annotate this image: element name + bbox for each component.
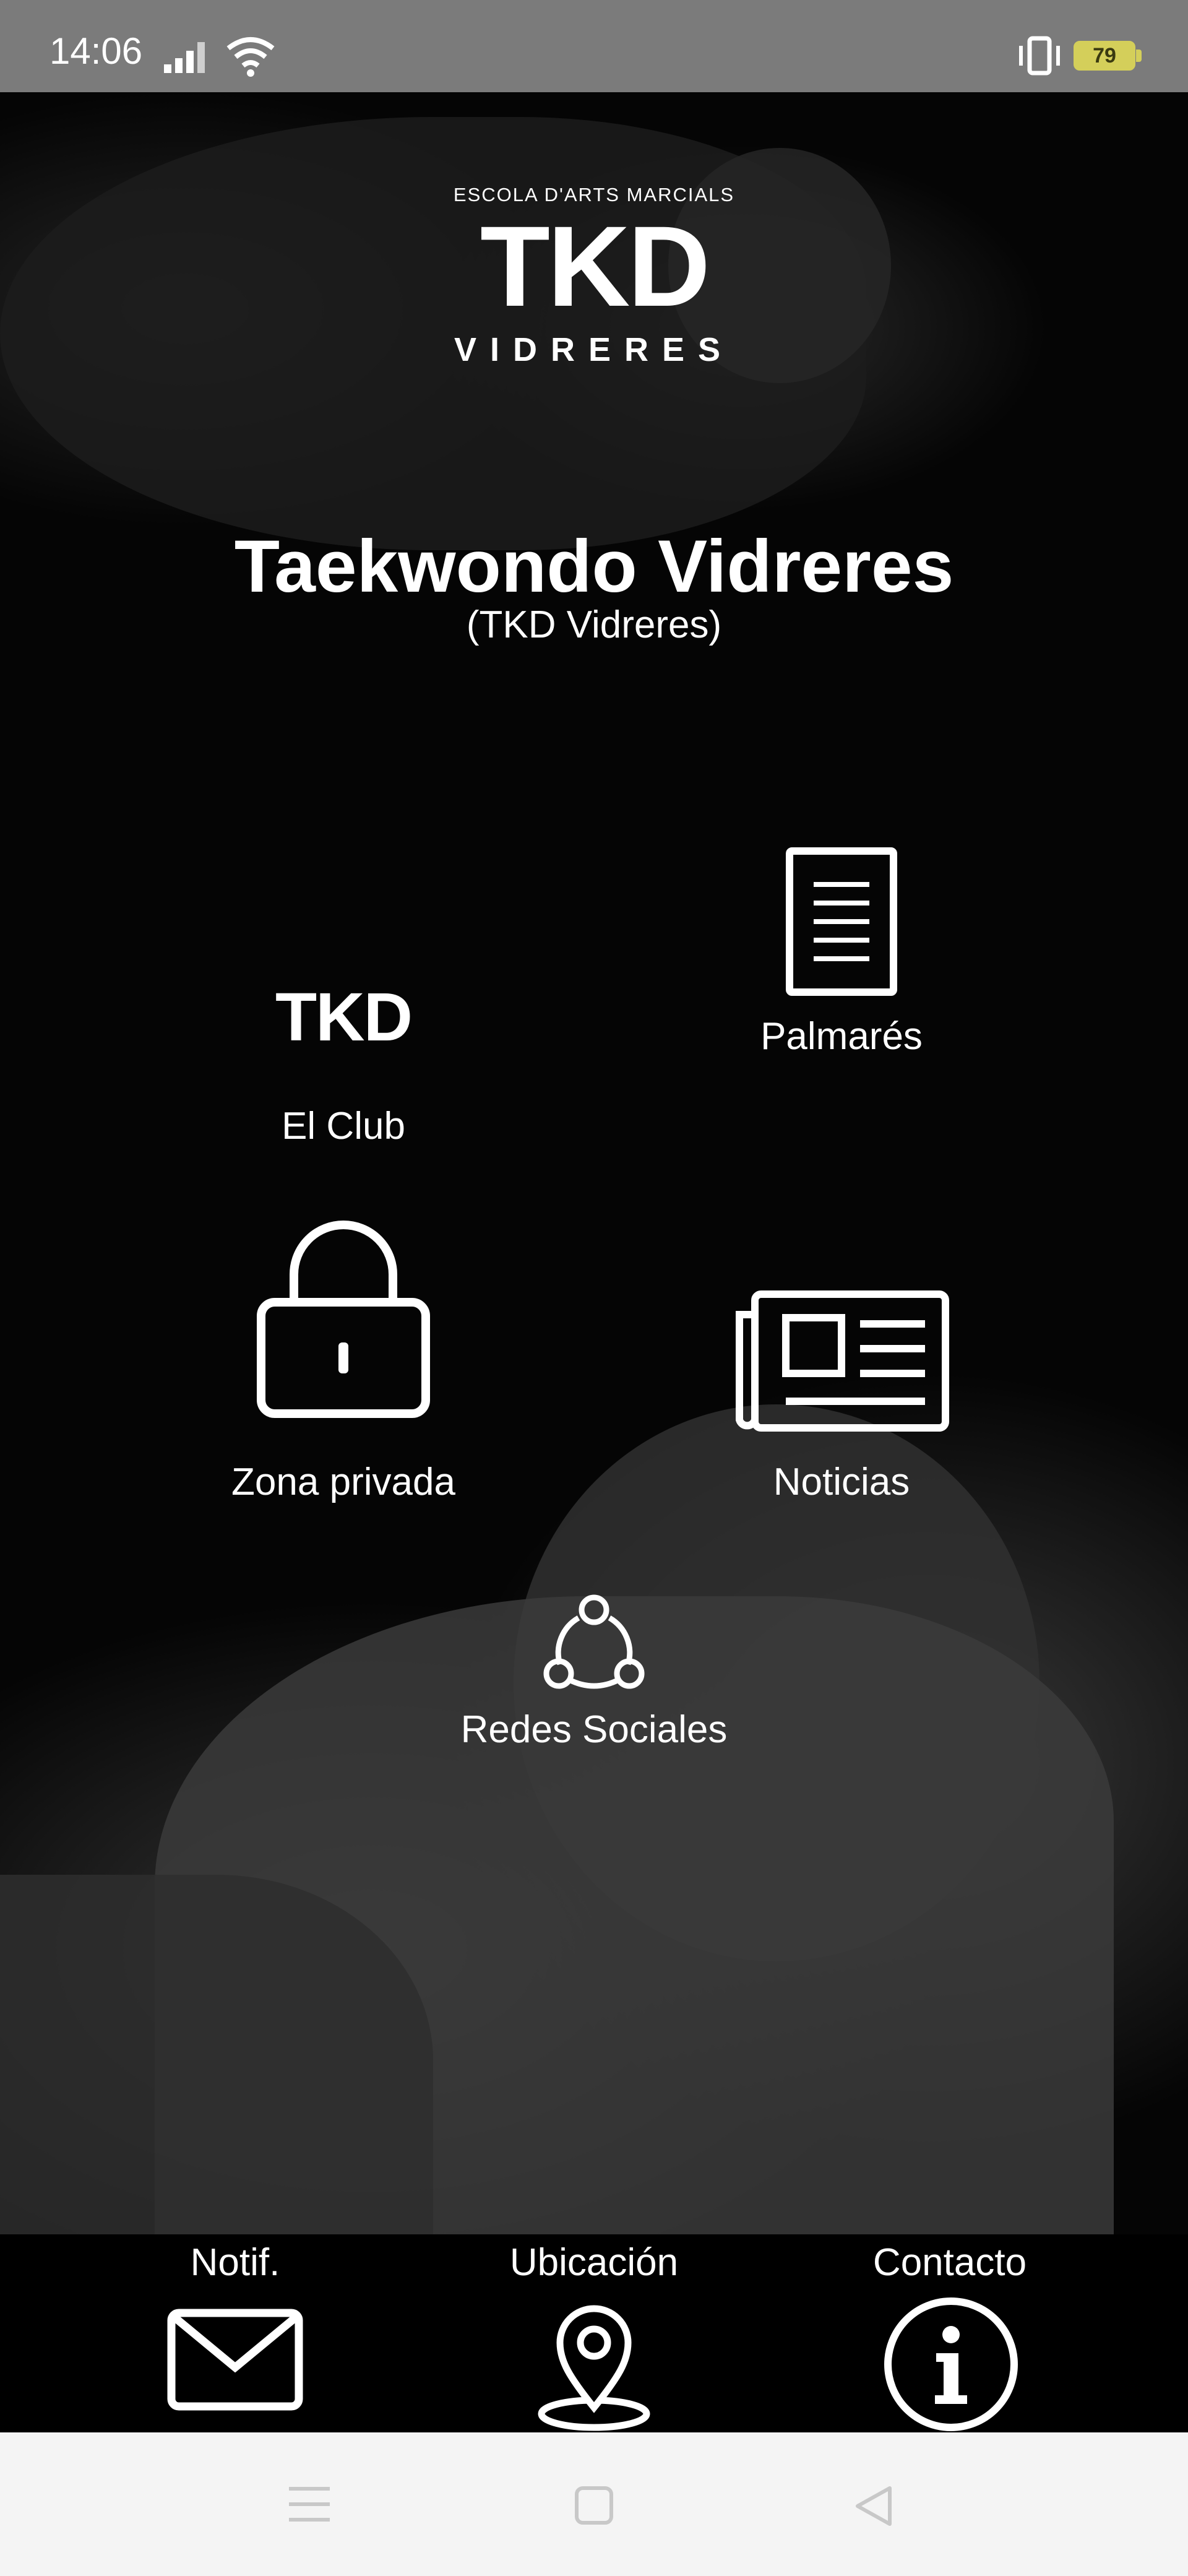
document-icon [786, 847, 897, 996]
tile-el-club[interactable]: TKD El Club [127, 847, 560, 1148]
status-bar: 14:06 79 [0, 0, 1188, 92]
battery-level: 79 [1093, 44, 1116, 67]
tile-palmares-label: Palmarés [760, 1015, 923, 1058]
background-photo-arm [0, 1875, 433, 2234]
info-icon [884, 2297, 1018, 2431]
tile-palmares[interactable]: Palmarés [625, 847, 1058, 1095]
bottom-action-bar: Notif. Ubicación Contacto [0, 2234, 1188, 2432]
battery-icon: 79 [1074, 41, 1135, 71]
vibrate-icon [1019, 36, 1060, 76]
back-icon[interactable] [854, 2484, 893, 2528]
notifications-label: Notif. [190, 2241, 280, 2284]
home-icon[interactable] [574, 2486, 614, 2525]
system-nav-bar [0, 2432, 1188, 2576]
contact-button[interactable]: Contacto [795, 2234, 1104, 2432]
tile-noticias-label: Noticias [773, 1461, 910, 1503]
share-network-icon [543, 1594, 645, 1689]
location-pin-icon [538, 2305, 650, 2431]
newspaper-icon [736, 1290, 949, 1432]
location-button[interactable]: Ubicación [439, 2234, 749, 2432]
mail-icon [167, 2309, 303, 2411]
tile-el-club-label: El Club [282, 1105, 405, 1148]
tile-zona-privada-label: Zona privada [231, 1461, 455, 1503]
logo-sub-text: VIDRERES [454, 331, 734, 368]
status-time: 14:06 [50, 30, 143, 72]
tile-zona-privada[interactable]: Zona privada [127, 1206, 560, 1503]
battery-tip [1136, 50, 1142, 62]
app-title: Taekwondo Vidreres [234, 525, 954, 608]
signal-icon [164, 42, 205, 73]
tile-noticias[interactable]: Noticias [625, 1206, 1058, 1503]
menu-icon[interactable] [288, 2485, 331, 2523]
app-subtitle: (TKD Vidreres) [466, 603, 722, 646]
notifications-button[interactable]: Notif. [80, 2234, 390, 2432]
location-label: Ubicación [509, 2241, 679, 2284]
lock-icon [257, 1221, 430, 1418]
wifi-icon [226, 37, 275, 77]
main-screen: ESCOLA D'ARTS MARCIALS TKD VIDRERES Taek… [0, 92, 1188, 2234]
contact-label: Contacto [872, 2241, 1027, 2284]
logo-main-text: TKD [480, 203, 710, 331]
tkd-logo-icon: TKD [275, 979, 413, 1055]
tile-redes-sociales-label: Redes Sociales [460, 1708, 728, 1751]
tile-redes-sociales[interactable]: Redes Sociales [377, 1584, 811, 1831]
